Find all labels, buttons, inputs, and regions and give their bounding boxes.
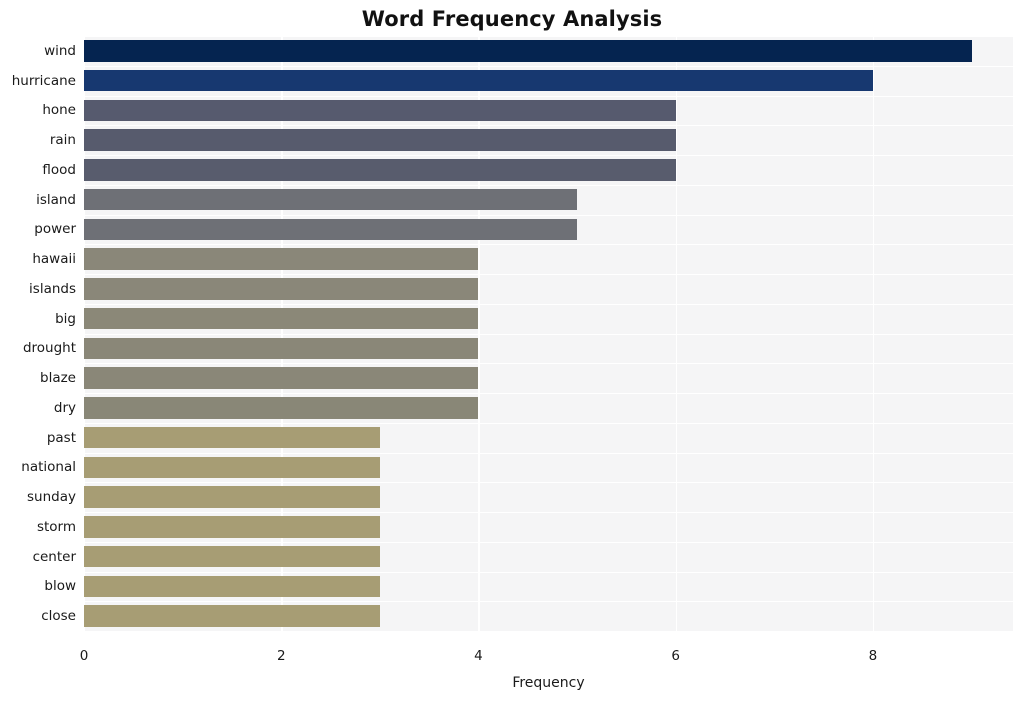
y-tick-label: sunday — [27, 489, 76, 506]
bar — [84, 307, 479, 330]
bars-layer — [84, 36, 1013, 631]
y-tick-label: flood — [42, 161, 76, 178]
bar — [84, 337, 479, 360]
y-tick-label: hone — [42, 102, 76, 119]
x-tick-label: 2 — [276, 648, 286, 664]
bar — [84, 248, 479, 270]
y-tick-label: close — [41, 608, 76, 625]
y-tick-label: power — [34, 221, 76, 238]
bar — [84, 516, 380, 538]
x-tick-label: 4 — [474, 648, 483, 664]
y-tick-label: rain — [49, 132, 76, 149]
x-tick-label: 6 — [671, 648, 681, 664]
bar — [84, 397, 479, 419]
bar — [84, 486, 380, 508]
y-tick-label: blow — [44, 578, 76, 595]
bar — [84, 605, 380, 627]
y-tick-label: hawaii — [32, 251, 76, 268]
word-frequency-chart: Word Frequency Analysis wind hurricane hon… — [0, 0, 1024, 701]
x-axis: Frequency 0 2 4 6 8 — [0, 631, 1024, 701]
y-tick-label: past — [46, 429, 76, 446]
chart-title: Word Frequency Analysis — [361, 7, 663, 31]
x-tick-label: 0 — [79, 648, 89, 664]
x-tick-label: 8 — [868, 648, 878, 664]
bar — [84, 188, 578, 211]
bar — [84, 40, 972, 62]
bar — [84, 69, 873, 92]
bar — [84, 575, 380, 598]
bar — [84, 426, 380, 449]
y-tick-label: islands — [29, 280, 76, 297]
y-tick-label: hurricane — [11, 72, 76, 89]
y-tick-label: national — [21, 459, 76, 476]
y-tick-label: blaze — [40, 370, 76, 387]
bar — [84, 218, 578, 241]
bar — [84, 456, 380, 479]
bar — [84, 159, 676, 181]
plot-area — [84, 36, 1013, 631]
x-axis-title: Frequency — [512, 675, 585, 691]
bar — [84, 545, 380, 568]
y-axis-labels: wind hurricane hone rain flood island power haw… — [0, 36, 76, 631]
y-tick-label: drought — [22, 340, 76, 357]
y-tick-label: center — [32, 548, 76, 565]
y-tick-label: dry — [53, 399, 76, 416]
bar — [84, 278, 479, 300]
y-tick-label: big — [55, 310, 76, 327]
bar — [84, 367, 479, 389]
bar — [84, 129, 676, 151]
y-tick-label: storm — [36, 518, 76, 535]
y-tick-label: wind — [44, 42, 76, 59]
y-tick-label: island — [36, 191, 76, 208]
bar — [84, 99, 676, 122]
